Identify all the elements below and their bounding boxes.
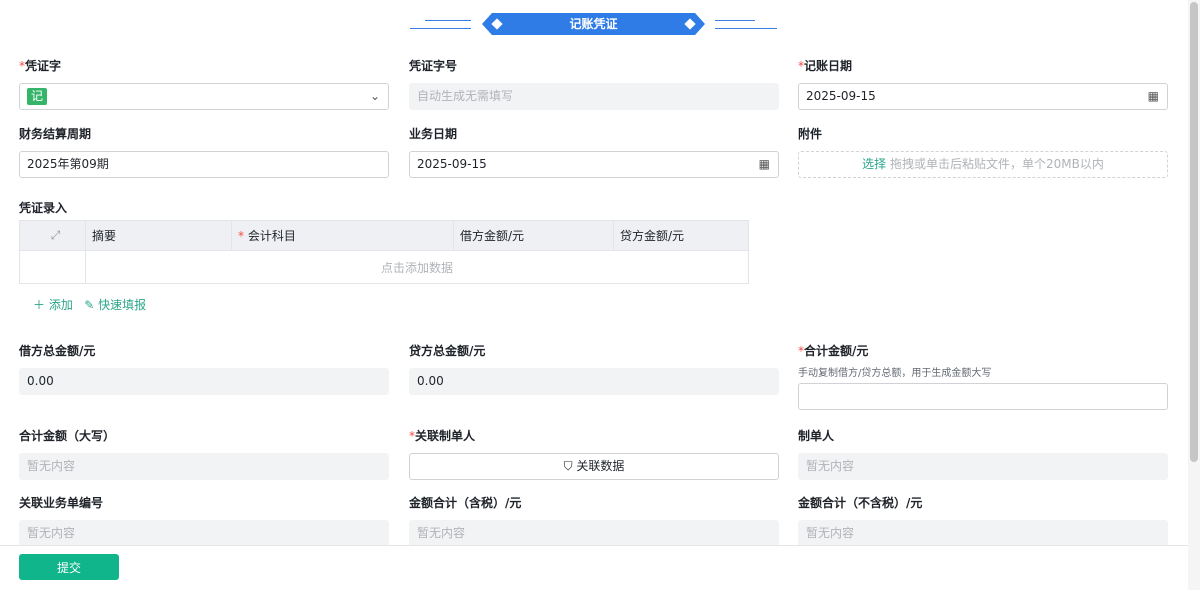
related-data-button[interactable]: ⛉ 关联数据 xyxy=(409,453,779,480)
attachment-upload[interactable]: 选择 拖拽或单击后粘贴文件，单个20MB以内 xyxy=(798,151,1168,178)
related-maker-field: *关联制单人 ⛉ 关联数据 xyxy=(409,427,779,480)
calendar-icon: ▦ xyxy=(758,157,770,171)
page-title: 记账凭证 xyxy=(569,17,618,31)
period-input[interactable]: 2025年第09期 xyxy=(19,151,389,178)
sum-upper-field: 合计金额（大写） 暂无内容 xyxy=(19,427,389,480)
voucher-no-field: 凭证字号 自动生成无需填写 xyxy=(409,57,779,110)
expand-icon[interactable]: ⤢ xyxy=(19,220,86,251)
voucher-no-input: 自动生成无需填写 xyxy=(409,83,779,110)
sum-amount-field: *合计金额/元 手动复制借方/贷方总额，用于生成金额大写 xyxy=(798,342,1168,410)
period-field: 财务结算周期 2025年第09期 xyxy=(19,125,389,178)
biz-date-input[interactable]: 2025-09-15 ▦ xyxy=(409,151,779,178)
chevron-down-icon: ⌄ xyxy=(369,89,380,103)
voucher-word-field: *凭证字 记 ⌄ xyxy=(19,57,389,110)
credit-total-input: 0.00 xyxy=(409,368,779,395)
biz-date-field: 业务日期 2025-09-15 ▦ xyxy=(409,125,779,178)
related-no-field: 关联业务单编号 暂无内容 xyxy=(19,494,389,547)
sum-amount-input[interactable] xyxy=(798,383,1168,410)
add-button[interactable]: ＋ 添加 xyxy=(33,298,73,312)
title-banner: 记账凭证 xyxy=(0,13,1188,35)
quick-fill-button[interactable]: ✎ 快速填报 xyxy=(84,298,146,312)
post-date-input[interactable]: 2025-09-15 ▦ xyxy=(798,83,1168,110)
maker-field: 制单人 暂无内容 xyxy=(798,427,1168,480)
post-date-field: *记账日期 2025-09-15 ▦ xyxy=(798,57,1168,110)
credit-total-field: 贷方总金额/元 0.00 xyxy=(409,342,779,395)
debit-total-input: 0.00 xyxy=(19,368,389,395)
footer: 提交 xyxy=(0,545,1188,590)
amount-notax-field: 金额合计（不含税）/元 暂无内容 xyxy=(798,494,1168,547)
scrollbar[interactable] xyxy=(1188,0,1200,590)
add-data-cell[interactable]: 点击添加数据 xyxy=(85,250,749,284)
entries-table: ⤢ 摘要 * 会计科目 借方金额/元 贷方金额/元 点击添加数据 xyxy=(19,220,749,284)
debit-total-field: 借方总金额/元 0.00 xyxy=(19,342,389,395)
attachment-field: 附件 选择 拖拽或单击后粘贴文件，单个20MB以内 xyxy=(798,125,1168,178)
amount-tax-field: 金额合计（含税）/元 暂无内容 xyxy=(409,494,779,547)
voucher-word-select[interactable]: 记 ⌄ xyxy=(19,83,389,110)
entries-label: 凭证录入 xyxy=(19,201,68,215)
submit-button[interactable]: 提交 xyxy=(19,554,119,580)
calendar-icon: ▦ xyxy=(1147,89,1159,103)
